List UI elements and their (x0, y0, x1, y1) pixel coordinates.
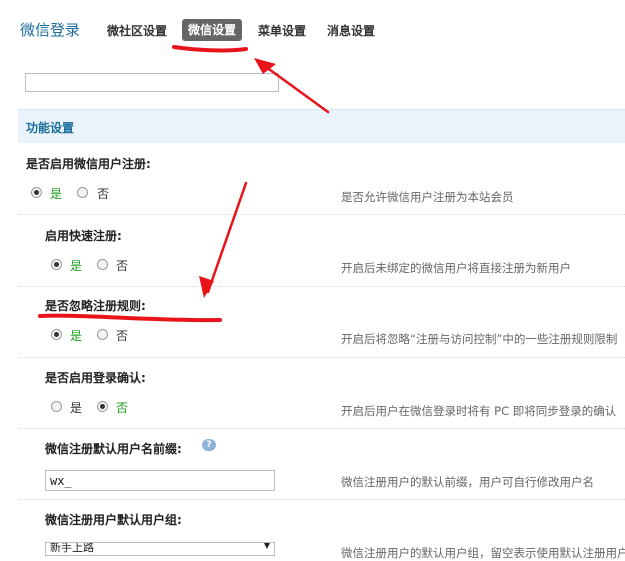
annotation-underline-tab (172, 45, 248, 53)
annotation-underline-setting (38, 313, 222, 323)
red-annotation-overlay (38, 45, 330, 323)
annotation-arrow-shaft-setting (206, 181, 248, 294)
annotation-arrow-shaft-tab (260, 62, 330, 114)
